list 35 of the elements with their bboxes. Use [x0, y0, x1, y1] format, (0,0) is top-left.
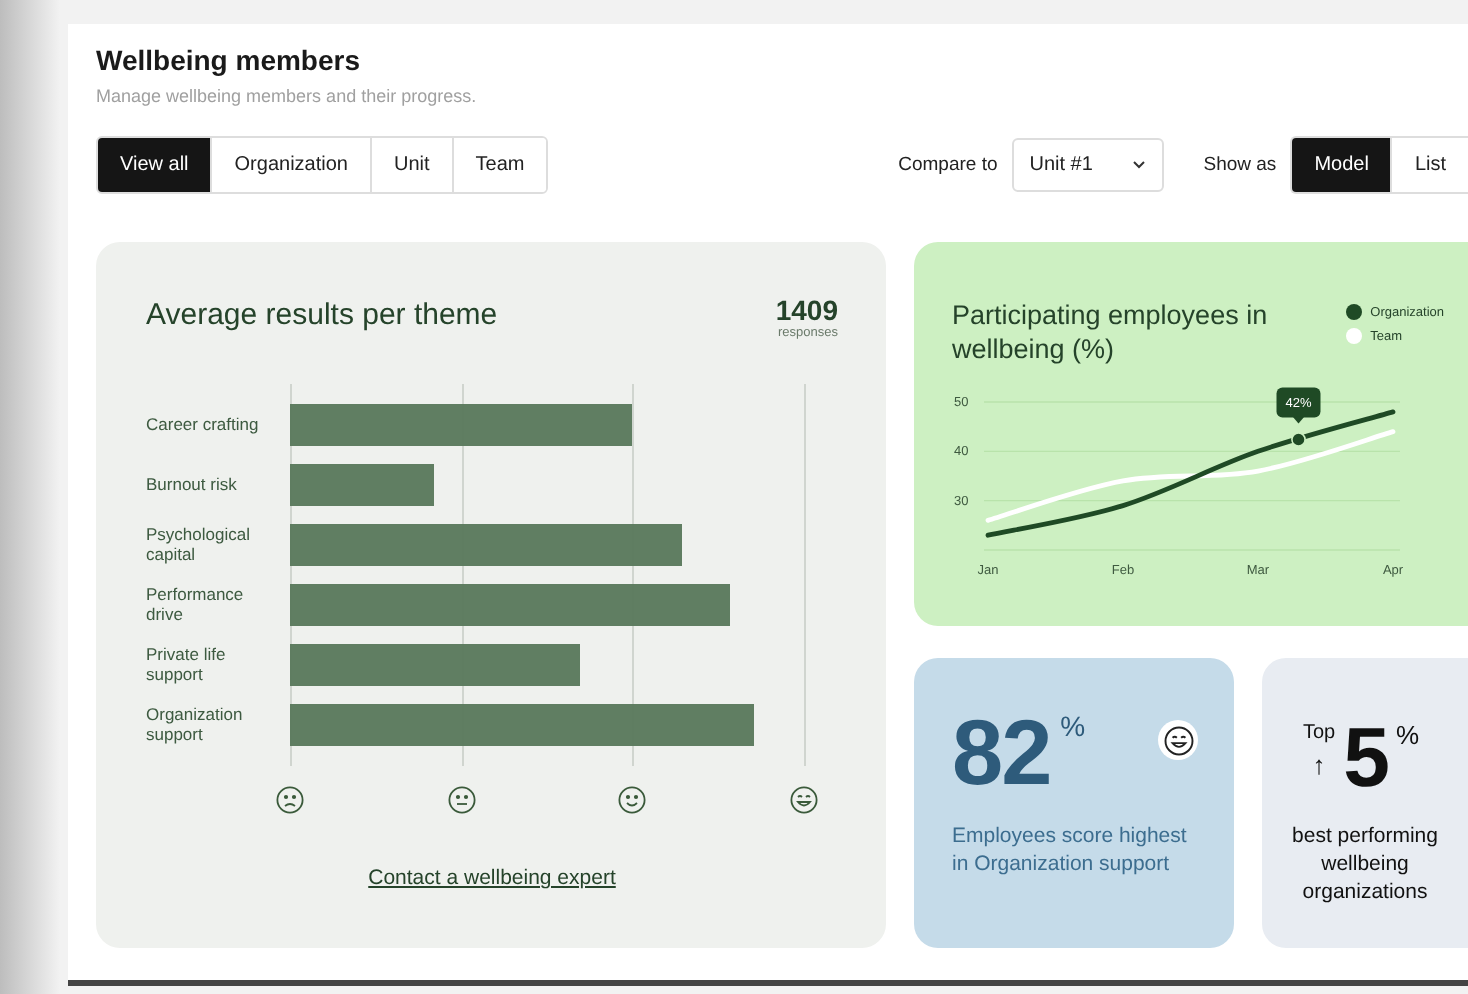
- response-count: 1409: [775, 294, 838, 326]
- theme-bar: [290, 463, 434, 505]
- theme-label: Organization support: [146, 702, 245, 748]
- theme-label: Psychological capital: [146, 522, 252, 568]
- card-title: Participating employees in wellbeing (%): [952, 298, 1270, 366]
- up-arrow-icon: ↑: [1312, 750, 1326, 780]
- card-title: Average results per theme: [146, 298, 498, 336]
- theme-label: Performance drive: [146, 582, 246, 628]
- data-point: [1291, 432, 1306, 447]
- stat-unit: %: [1060, 710, 1086, 742]
- chevron-down-icon: [1131, 160, 1146, 170]
- page-title: Wellbeing members: [96, 44, 361, 76]
- theme-label: Private life support: [146, 642, 228, 688]
- filter-tab[interactable]: Team: [451, 138, 547, 192]
- theme-label: Career crafting: [146, 412, 261, 438]
- filter-tab[interactable]: View all: [98, 138, 211, 192]
- neutral-face-icon: [447, 786, 476, 814]
- view-toggle[interactable]: Model: [1292, 138, 1391, 192]
- rank-description: best performing wellbeing organizations: [1290, 822, 1440, 906]
- compare-label: Compare to: [898, 154, 998, 176]
- value-tooltip: [1276, 387, 1321, 424]
- rank-unit: %: [1395, 720, 1420, 750]
- show-as-label: Show as: [1203, 154, 1277, 176]
- stat-value: 82: [952, 706, 1051, 798]
- rank-value: 5: [1343, 718, 1390, 798]
- happy-face-icon: [790, 786, 818, 814]
- rank-prefix: Top: [1302, 722, 1336, 744]
- stat-description: Employees score highest in Organization support: [952, 822, 1189, 878]
- page-subtitle: Manage wellbeing members and their progress.: [96, 86, 477, 106]
- theme-label: Burnout risk: [146, 472, 239, 498]
- contact-link[interactable]: Contact a wellbeing expert: [368, 866, 616, 890]
- sad-face-icon: [276, 786, 304, 814]
- happy-face-icon: [1158, 720, 1198, 760]
- compare-dropdown[interactable]: Unit #1: [1011, 138, 1164, 192]
- smiley-face-icon: [618, 786, 647, 814]
